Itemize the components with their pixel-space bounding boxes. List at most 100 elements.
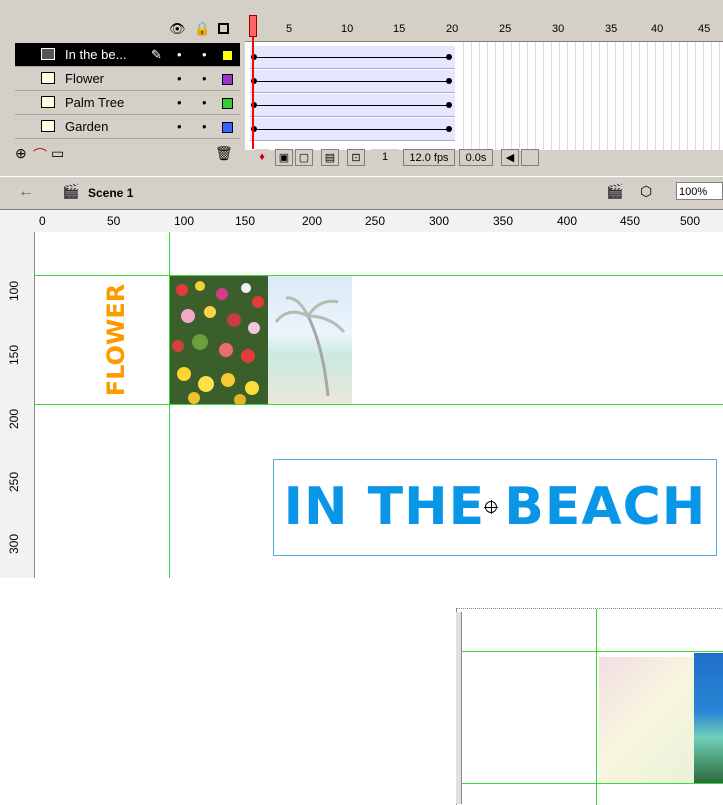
guide-line bbox=[457, 783, 723, 784]
visible-dot-icon[interactable]: • bbox=[177, 115, 182, 139]
lock-dot-icon[interactable]: • bbox=[202, 115, 207, 139]
tween-arrow bbox=[255, 129, 447, 130]
palm-tree-image[interactable] bbox=[268, 276, 352, 404]
lock-icon[interactable]: 🔒 bbox=[194, 21, 210, 37]
add-guide-layer-icon[interactable]: ⌒ bbox=[33, 145, 47, 165]
keyframe[interactable] bbox=[446, 78, 452, 84]
flash-editor-screenshot: 👁 🔒 In the be... ✎ • • Flower • • Palm T… bbox=[0, 0, 723, 578]
faded-flower-image bbox=[599, 657, 694, 783]
guide-line bbox=[596, 609, 597, 805]
onion-skin-icon[interactable]: ▣ bbox=[275, 149, 293, 166]
scene-icon: 🎬 bbox=[62, 183, 80, 199]
edit-symbols-icon[interactable]: ⬡ bbox=[640, 183, 652, 200]
layer-header: 👁 🔒 bbox=[0, 18, 240, 42]
frame-number: 25 bbox=[499, 23, 512, 35]
ruler-label: 300 bbox=[7, 533, 22, 555]
layer-row-flower[interactable]: Flower • • bbox=[15, 67, 240, 91]
lock-dot-icon[interactable]: • bbox=[202, 91, 207, 115]
frame-number: 15 bbox=[393, 23, 406, 35]
frame-number: 45 bbox=[698, 23, 711, 35]
scroll-left-icon[interactable]: ◀ bbox=[501, 149, 519, 166]
add-folder-icon[interactable]: ▭ bbox=[51, 145, 64, 162]
layer-row-in-the-beach[interactable]: In the be... ✎ • • bbox=[15, 43, 240, 67]
vertical-ruler: 100 150 200 250 300 bbox=[0, 232, 35, 578]
lock-dot-icon[interactable]: • bbox=[202, 67, 207, 91]
ruler-label: 150 bbox=[7, 344, 22, 366]
preview-stage bbox=[456, 608, 723, 805]
tween-arrow bbox=[255, 105, 447, 106]
layer-icon bbox=[41, 96, 55, 108]
beach-title-box[interactable]: IN THE BEACH bbox=[273, 459, 717, 556]
layer-row-palm-tree[interactable]: Palm Tree • • bbox=[15, 91, 240, 115]
keyframe[interactable] bbox=[446, 102, 452, 108]
palm-beach-image bbox=[694, 653, 723, 783]
horizontal-ruler: 0 50 100 150 200 250 300 350 400 450 500 bbox=[0, 210, 723, 233]
ruler-label: 150 bbox=[235, 214, 256, 228]
flower-text-label: FLOWER bbox=[102, 284, 130, 397]
back-arrow-icon[interactable]: ← bbox=[18, 183, 34, 201]
frame-number: 10 bbox=[341, 23, 354, 35]
scroll-thumb[interactable] bbox=[521, 149, 539, 166]
eye-icon[interactable]: 👁 bbox=[169, 21, 186, 37]
current-frame: 1 bbox=[371, 149, 399, 166]
layer-color-swatch[interactable] bbox=[222, 122, 233, 133]
visible-dot-icon[interactable]: • bbox=[177, 67, 182, 91]
ruler-label: 450 bbox=[620, 214, 641, 228]
keyframe[interactable] bbox=[446, 54, 452, 60]
edit-scene-icon[interactable]: 🎬 bbox=[606, 183, 623, 200]
layer-name: Flower bbox=[65, 71, 105, 86]
guide-line[interactable] bbox=[35, 404, 723, 405]
flower-text[interactable]: FLOWER bbox=[102, 276, 142, 404]
registration-point-icon bbox=[484, 500, 498, 514]
frame-number: 20 bbox=[446, 23, 459, 35]
timeline-panel: 👁 🔒 In the be... ✎ • • Flower • • Palm T… bbox=[0, 0, 723, 172]
tween-frames[interactable] bbox=[250, 94, 455, 117]
add-layer-icon[interactable]: ⊕ bbox=[15, 145, 27, 162]
modify-markers-icon[interactable]: ⊡ bbox=[347, 149, 365, 166]
outline-icon[interactable] bbox=[218, 23, 229, 34]
scene-name: Scene 1 bbox=[88, 186, 134, 200]
guide-line bbox=[457, 651, 723, 652]
empty-frames-grid[interactable] bbox=[456, 41, 723, 150]
ruler-label: 200 bbox=[7, 408, 22, 430]
layer-name: In the be... bbox=[65, 47, 127, 62]
layer-row-garden[interactable]: Garden • • bbox=[15, 115, 240, 139]
tween-frames[interactable] bbox=[250, 46, 455, 69]
layer-name: Palm Tree bbox=[65, 95, 125, 110]
onion-outline-icon[interactable]: ▢ bbox=[295, 149, 313, 166]
frame-ruler[interactable]: 1 5 10 15 20 25 30 35 40 45 bbox=[245, 15, 723, 42]
visible-dot-icon[interactable]: • bbox=[177, 91, 182, 115]
ruler-label: 500 bbox=[680, 214, 701, 228]
layer-color-swatch[interactable] bbox=[222, 98, 233, 109]
tween-arrow bbox=[255, 81, 447, 82]
ruler-label: 400 bbox=[557, 214, 578, 228]
center-frame-icon[interactable]: ♦ bbox=[255, 149, 269, 166]
layer-list: 👁 🔒 In the be... ✎ • • Flower • • Palm T… bbox=[0, 0, 240, 172]
lock-dot-icon[interactable]: • bbox=[202, 43, 207, 67]
edit-multiple-icon[interactable]: ▤ bbox=[321, 149, 339, 166]
tween-frames[interactable] bbox=[250, 70, 455, 93]
stage[interactable]: FLOWER IN THE BEACH bbox=[35, 232, 723, 578]
tween-frames[interactable] bbox=[250, 118, 455, 141]
trash-icon[interactable]: 🗑 bbox=[215, 145, 233, 162]
layer-name: Garden bbox=[65, 119, 109, 134]
frame-number: 35 bbox=[605, 23, 618, 35]
layer-color-swatch[interactable] bbox=[222, 74, 233, 85]
playhead[interactable] bbox=[249, 15, 257, 37]
ruler-label: 200 bbox=[302, 214, 323, 228]
flower-image[interactable] bbox=[170, 276, 268, 404]
timeline-status-bar: ♦ ▣ ▢ ▤ ⊡ 1 12.0 fps 0.0s ◀ bbox=[245, 148, 723, 168]
playhead-line bbox=[252, 37, 254, 149]
layer-icon bbox=[41, 120, 55, 132]
keyframe[interactable] bbox=[446, 126, 452, 132]
layer-tools: ⊕ ⌒ ▭ 🗑 bbox=[15, 145, 240, 165]
tween-arrow bbox=[255, 57, 447, 58]
ruler-label: 100 bbox=[7, 280, 22, 302]
layer-color-swatch[interactable] bbox=[222, 50, 233, 61]
elapsed-time: 0.0s bbox=[459, 149, 493, 166]
visible-dot-icon[interactable]: • bbox=[177, 43, 182, 67]
ruler-label: 350 bbox=[493, 214, 514, 228]
frame-number: 5 bbox=[286, 23, 293, 35]
layer-icon bbox=[41, 48, 55, 60]
zoom-field[interactable]: 100% bbox=[676, 182, 723, 200]
